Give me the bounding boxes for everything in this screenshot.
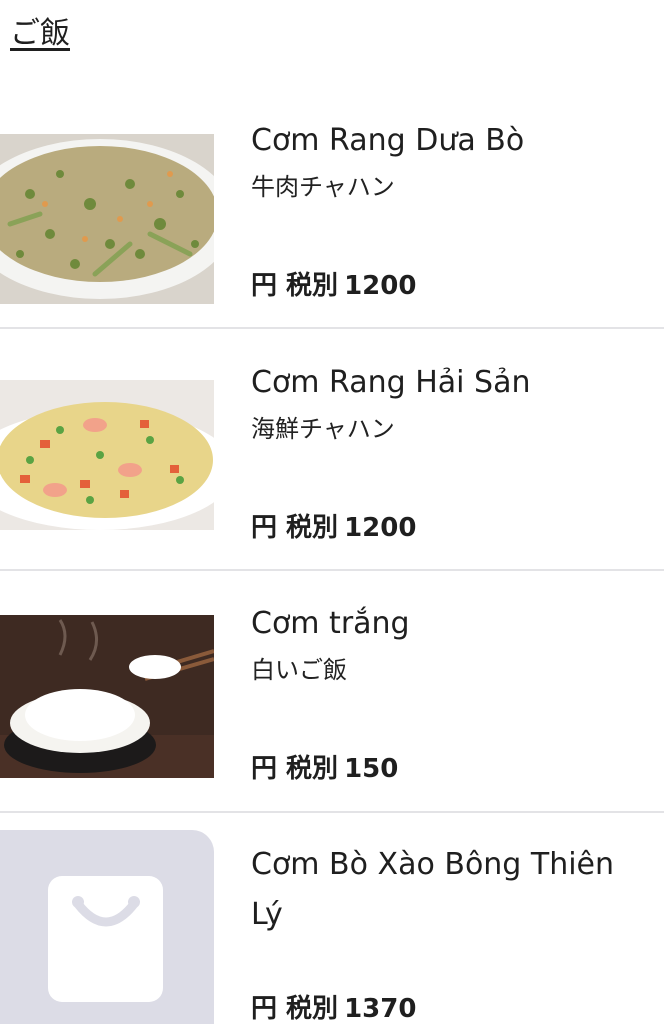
price-value: 1200 bbox=[344, 271, 417, 301]
item-name: Cơm Rang Hải Sản bbox=[251, 365, 531, 400]
item-image-placeholder bbox=[0, 830, 214, 1024]
item-price: 円 税別 1200 bbox=[251, 507, 416, 544]
divider bbox=[0, 327, 664, 329]
item-name: Cơm Bò Xào Bông Thiên Lý bbox=[251, 847, 615, 932]
price-prefix: 円 税別 bbox=[251, 754, 339, 784]
price-prefix: 円 税別 bbox=[251, 513, 339, 543]
item-subname: 海鮮チャハン bbox=[251, 415, 395, 443]
price-prefix: 円 税別 bbox=[251, 994, 339, 1024]
item-image bbox=[0, 380, 214, 530]
menu-item[interactable]: Cơm Rang Hải Sản 海鮮チャハン 円 税別 1200 bbox=[0, 352, 664, 570]
item-name: Cơm trắng bbox=[251, 606, 410, 641]
price-value: 1370 bbox=[344, 994, 417, 1024]
item-subname: 白いご飯 bbox=[251, 656, 347, 684]
item-price: 円 税別 150 bbox=[251, 748, 398, 785]
price-value: 1200 bbox=[344, 513, 417, 543]
divider bbox=[0, 811, 664, 813]
item-price: 円 税別 1200 bbox=[251, 265, 416, 302]
menu-item[interactable]: Cơm Rang Dưa Bò 牛肉チャハン 円 税別 1200 bbox=[0, 110, 664, 328]
menu-item[interactable]: Cơm trắng 白いご飯 円 税別 150 bbox=[0, 593, 664, 811]
item-subname: 牛肉チャハン bbox=[251, 173, 395, 201]
divider bbox=[0, 569, 664, 571]
category-title: ご飯 bbox=[10, 16, 70, 51]
price-value: 150 bbox=[344, 754, 399, 784]
item-image bbox=[0, 615, 214, 778]
item-image bbox=[0, 134, 214, 304]
menu-item[interactable]: Cơm Bò Xào Bông Thiên Lý 円 税別 1370 bbox=[0, 830, 664, 1024]
price-prefix: 円 税別 bbox=[251, 271, 339, 301]
item-price: 円 税別 1370 bbox=[251, 988, 416, 1025]
item-name: Cơm Rang Dưa Bò bbox=[251, 123, 525, 158]
shopping-bag-icon bbox=[48, 876, 163, 1002]
